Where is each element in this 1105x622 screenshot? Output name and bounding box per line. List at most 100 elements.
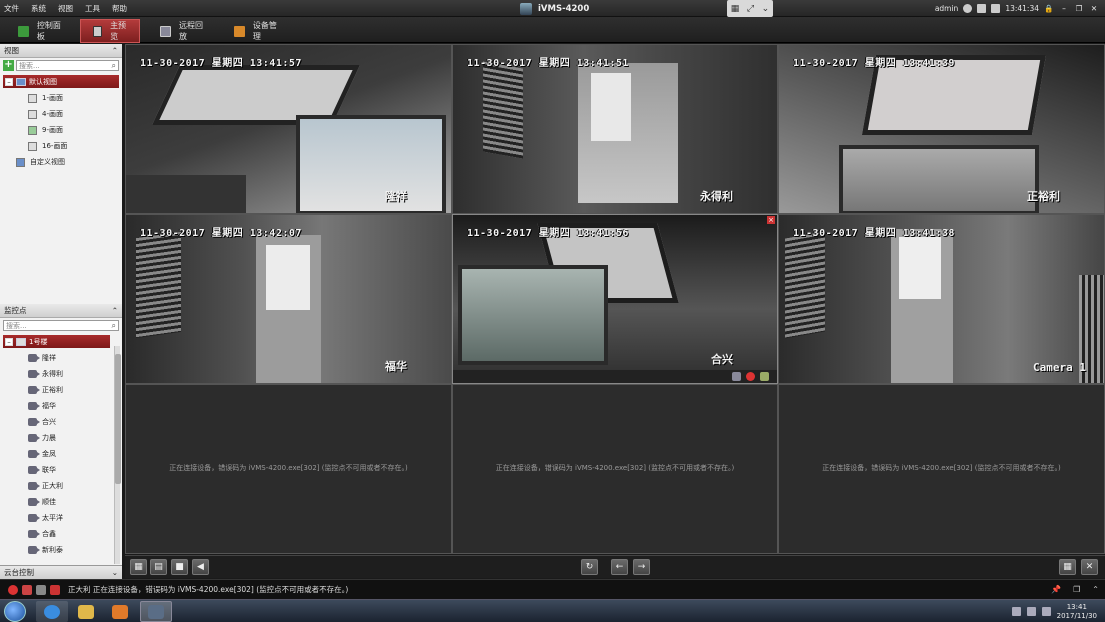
capture-icon[interactable] (732, 372, 741, 381)
stop-all-icon[interactable]: ■ (171, 559, 188, 575)
ptz-icon[interactable] (760, 372, 769, 381)
menu-file[interactable]: 文件 (4, 3, 19, 14)
record-status-icon[interactable] (36, 584, 46, 595)
camera-item[interactable]: 联华 (28, 462, 122, 478)
network-icon[interactable] (1011, 607, 1021, 616)
expand-icon[interactable]: ⌄ (112, 568, 118, 577)
close-icon[interactable]: × (767, 216, 775, 224)
record-icon[interactable] (746, 372, 755, 381)
video-cell-empty[interactable]: 正在连接设备，错误码为 iVMS-4200.exe[302] (监控点不可用或者… (452, 384, 778, 554)
flag-icon[interactable] (1041, 607, 1051, 616)
tab-remote-playback[interactable]: 远程回放 (148, 19, 220, 43)
view-search-input[interactable]: 搜索... ⌕ (16, 60, 119, 71)
start-button[interactable] (4, 601, 26, 622)
add-view-icon[interactable]: + (3, 60, 14, 71)
osd-timestamp: 11-30-2017 星期四 13:42:07 (140, 228, 302, 239)
ptz-panel-header[interactable]: 云台控制 ⌄ (0, 565, 122, 579)
audio-icon[interactable] (50, 584, 60, 595)
taskbar-clock[interactable]: 13:41 2017/11/30 (1057, 603, 1097, 621)
event-icon[interactable] (22, 584, 32, 595)
collapse-toggle-icon[interactable]: – (5, 77, 13, 86)
view-item-label: 1-画面 (42, 94, 63, 102)
custom-view-item[interactable]: 自定义视图 (0, 154, 122, 170)
camera-item[interactable]: 合兴 (28, 414, 122, 430)
expand-up-icon[interactable]: ⌃ (1092, 585, 1099, 594)
tree-building-1[interactable]: – 1号楼 (3, 335, 110, 348)
volume-icon[interactable]: ◀ (192, 559, 209, 575)
explorer-taskbar-button[interactable] (70, 601, 102, 622)
camera-list-scrollbar[interactable] (114, 346, 121, 564)
view-panel-header[interactable]: 视图 ⌃ (0, 44, 122, 58)
camera-item[interactable]: 新利泰 (28, 542, 122, 558)
view-item-9[interactable]: 9-画面 (28, 122, 122, 138)
prev-page-icon[interactable]: ← (611, 559, 628, 575)
menu-tools[interactable]: 工具 (85, 3, 100, 14)
grid-options-icon[interactable]: ▦ (1059, 559, 1076, 575)
custom-view-icon (16, 157, 25, 167)
camera-item[interactable]: 正裕利 (28, 382, 122, 398)
video-cell[interactable]: 11-30-2017 星期四 13:41:57 隆祥 (125, 44, 452, 214)
menu-system[interactable]: 系统 (31, 3, 46, 14)
video-cell[interactable]: 11-30-2017 星期四 13:41:39 正裕利 (778, 44, 1105, 214)
camera-item-label: 金凤 (42, 450, 56, 458)
scrollbar-thumb[interactable] (115, 354, 121, 484)
menu-view[interactable]: 视图 (58, 3, 73, 14)
camera-item-label: 正裕利 (42, 386, 63, 394)
restore-icon[interactable]: ❐ (1073, 585, 1080, 594)
screen-icon[interactable] (991, 4, 1001, 13)
collapse-icon[interactable]: ⌃ (112, 46, 118, 55)
menu-help[interactable]: 帮助 (112, 3, 127, 14)
media-taskbar-button[interactable] (104, 601, 136, 622)
fullscreen-icon[interactable]: ⤢ (747, 4, 754, 14)
video-cell[interactable]: 11-30-2017 星期四 13:41:51 永得利 (452, 44, 778, 214)
camera-item[interactable]: 金凤 (28, 446, 122, 462)
module-tab-bar: 控制面板 主预览 远程回放 设备管理 (0, 17, 1105, 43)
camera-item[interactable]: 福华 (28, 398, 122, 414)
lock-icon[interactable]: 🔒 (1044, 4, 1054, 13)
message-icon[interactable] (977, 4, 987, 13)
view-item-16[interactable]: 16-画面 (28, 138, 122, 154)
pin-icon[interactable]: 📌 (1051, 585, 1061, 594)
tab-main-preview[interactable]: 主预览 (80, 19, 140, 43)
globe-icon[interactable] (963, 4, 973, 13)
restore-button[interactable]: ❐ (1074, 4, 1084, 13)
tab-device-management[interactable]: 设备管理 (222, 19, 294, 43)
video-cell[interactable]: 11-30-2017 星期四 13:41:38 Camera 1 (778, 214, 1105, 384)
view-item-4[interactable]: 4-画面 (28, 106, 122, 122)
collapse-icon[interactable]: ⌃ (112, 306, 118, 315)
video-cell-empty[interactable]: 正在连接设备，错误码为 iVMS-4200.exe[302] (监控点不可用或者… (778, 384, 1105, 554)
tree-default-view[interactable]: – 默认视图 (3, 75, 119, 88)
search-icon[interactable]: ⌕ (112, 321, 118, 331)
grid-icon[interactable]: ▦ (731, 4, 740, 14)
view-item-1[interactable]: 1-画面 (28, 90, 122, 106)
layout-toggle[interactable]: ▦ ⤢ ⌄ (727, 0, 773, 17)
camera-item[interactable]: 隆祥 (28, 350, 122, 366)
close-button[interactable]: ✕ (1089, 4, 1099, 13)
window-split-icon[interactable]: ▦ (130, 559, 147, 575)
minimize-button[interactable]: – (1059, 4, 1069, 13)
camera-item[interactable]: 顺佳 (28, 494, 122, 510)
video-cell-selected[interactable]: 11-30-2017 星期四 13:41:56 合兴 × (452, 214, 778, 384)
tab-control-panel[interactable]: 控制面板 (6, 19, 78, 43)
chevron-down-icon[interactable]: ⌄ (762, 4, 770, 14)
camera-item-label: 正大利 (42, 482, 63, 490)
alarm-icon[interactable] (8, 584, 18, 595)
collapse-toggle-icon[interactable]: – (5, 337, 13, 346)
camera-panel-header[interactable]: 监控点 ⌃ (0, 304, 122, 318)
camera-item[interactable]: 合鑫 (28, 526, 122, 542)
speaker-icon[interactable] (1026, 607, 1036, 616)
camera-item[interactable]: 正大利 (28, 478, 122, 494)
ie-taskbar-button[interactable] (36, 601, 68, 622)
camera-item[interactable]: 力晨 (28, 430, 122, 446)
refresh-icon[interactable]: ↻ (581, 559, 598, 575)
camera-item[interactable]: 永得利 (28, 366, 122, 382)
video-cell-empty[interactable]: 正在连接设备，错误码为 iVMS-4200.exe[302] (监控点不可用或者… (125, 384, 452, 554)
fullscreen-icon[interactable]: ✕ (1081, 559, 1098, 575)
camera-item[interactable]: 太平洋 (28, 510, 122, 526)
next-page-icon[interactable]: → (633, 559, 650, 575)
ivms-taskbar-button[interactable] (140, 601, 172, 622)
video-cell[interactable]: 11-30-2017 星期四 13:42:07 福华 (125, 214, 452, 384)
search-icon[interactable]: ⌕ (112, 61, 118, 71)
layout-switch-icon[interactable]: ▤ (150, 559, 167, 575)
camera-search-input[interactable]: 搜索... ⌕ (3, 320, 119, 331)
